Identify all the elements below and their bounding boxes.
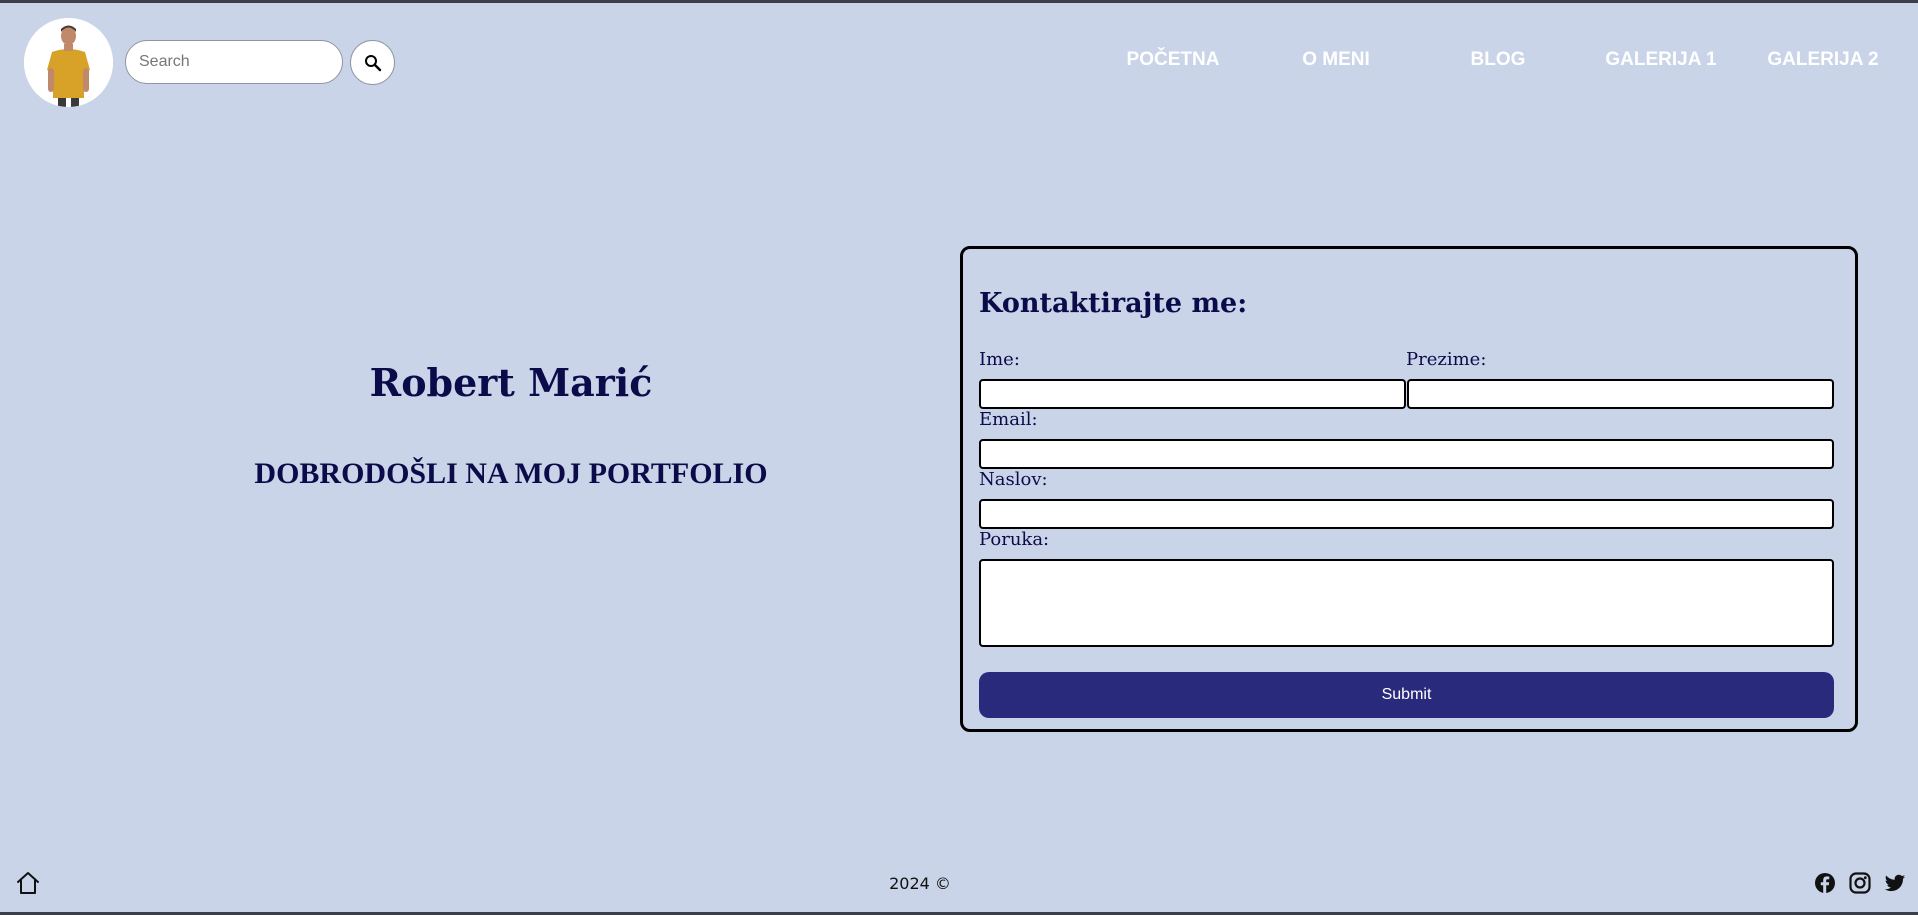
site-footer: 2024 ©: [0, 862, 1918, 902]
subject-label: Naslov:: [979, 469, 1048, 490]
search-input[interactable]: [125, 40, 343, 84]
twitter-icon: [1884, 874, 1906, 892]
last-name-label: Prezime:: [1406, 349, 1487, 370]
instagram-link[interactable]: [1849, 872, 1871, 894]
nav-link-blog[interactable]: BLOG: [1418, 49, 1578, 71]
search-button[interactable]: [350, 40, 395, 85]
twitter-link[interactable]: [1884, 872, 1906, 894]
email-label: Email:: [979, 409, 1038, 430]
copyright-text: 2024 ©: [889, 874, 951, 893]
contact-form-title: Kontaktirajte me:: [979, 288, 1248, 319]
subject-input[interactable]: [979, 499, 1834, 529]
nav-link-galerija-2[interactable]: GALERIJA 2: [1743, 49, 1903, 71]
message-textarea[interactable]: [979, 559, 1834, 647]
hero-subtitle: DOBRODOŠLI NA MOJ PORTFOLIO: [254, 457, 768, 490]
search-icon: [364, 54, 381, 71]
first-name-input[interactable]: [979, 379, 1406, 409]
contact-form: Kontaktirajte me: Ime: Prezime: Email: N…: [960, 246, 1858, 732]
nav-link-pocetna[interactable]: POČETNA: [1093, 49, 1253, 71]
email-input[interactable]: [979, 439, 1834, 469]
facebook-icon: [1815, 873, 1835, 893]
hero-section: Robert Marić DOBRODOŠLI NA MOJ PORTFOLIO: [0, 360, 1022, 491]
profile-photo: [24, 18, 113, 107]
last-name-input[interactable]: [1407, 379, 1834, 409]
facebook-link[interactable]: [1814, 872, 1836, 894]
nav-link-galerija-1[interactable]: GALERIJA 1: [1581, 49, 1741, 71]
site-header: POČETNA O MENI BLOG GALERIJA 1 GALERIJA …: [0, 3, 1918, 118]
message-label: Poruka:: [979, 529, 1050, 550]
profile-avatar[interactable]: [24, 18, 113, 107]
nav-link-o-meni[interactable]: O MENI: [1256, 49, 1416, 71]
first-name-label: Ime:: [979, 349, 1020, 370]
hero-name: Robert Marić: [369, 360, 653, 405]
instagram-icon: [1849, 872, 1871, 894]
submit-button[interactable]: Submit: [979, 672, 1834, 718]
